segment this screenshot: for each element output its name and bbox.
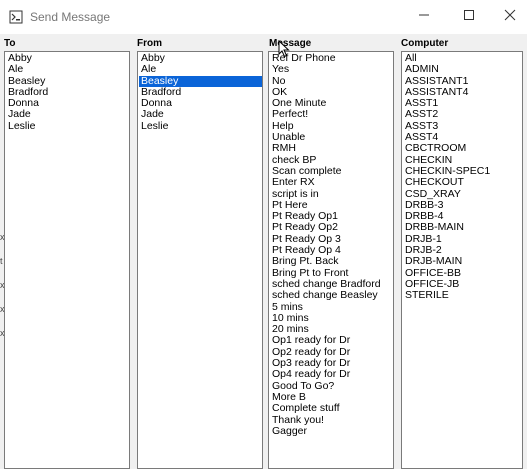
list-item[interactable]: Op4 ready for Dr <box>270 369 393 381</box>
from-list: Abby Ale Beasley Bradford Donna Jade Leslie <box>138 52 262 132</box>
list-item[interactable]: Abby <box>6 52 129 64</box>
list-item[interactable]: Ale <box>139 63 262 75</box>
list-item[interactable]: sched change Beasley <box>270 289 393 301</box>
computer-header: Computer <box>401 38 449 49</box>
list-item[interactable]: Leslie <box>139 120 262 132</box>
from-header: From <box>137 38 162 49</box>
send-message-window: Send Message x t x x x To Abby Ale Beasley… <box>0 0 527 469</box>
message-listbox[interactable]: Ref Dr Phone Yes No OK One Minute Perfect! Hel… <box>268 51 394 469</box>
list-item[interactable]: No <box>270 75 393 87</box>
maximize-button[interactable] <box>449 0 489 34</box>
list-item[interactable]: DRJB-MAIN <box>403 256 522 268</box>
list-item[interactable]: Enter RX <box>270 176 393 188</box>
close-button[interactable] <box>490 0 527 34</box>
list-item[interactable]: CHECKOUT <box>403 176 522 188</box>
to-list: Abby Ale Beasley Bradford Donna Jade Leslie <box>5 52 129 132</box>
mouse-pointer-icon <box>278 39 290 63</box>
list-item[interactable]: CBCTROOM <box>403 143 522 155</box>
list-item[interactable]: Leslie <box>6 120 129 132</box>
maximize-icon <box>463 8 475 26</box>
list-item[interactable]: RMH <box>270 143 393 155</box>
from-listbox[interactable]: Abby Ale Beasley Bradford Donna Jade Leslie <box>137 51 263 469</box>
minimize-icon <box>418 8 430 26</box>
list-item[interactable]: Complete stuff <box>270 402 393 414</box>
window-title: Send Message <box>30 10 111 24</box>
left-edge-mark: t <box>0 256 3 266</box>
to-header: To <box>4 38 16 49</box>
list-item[interactable]: Yes <box>270 63 393 75</box>
list-item[interactable]: Ale <box>6 63 129 75</box>
message-header: Message <box>269 38 312 49</box>
computer-listbox[interactable]: All ADMIN ASSISTANT1 ASSISTANT4 ASST1 ASST2 AS… <box>401 51 523 469</box>
list-item[interactable]: Bring Pt. Back <box>270 256 393 268</box>
app-window-icon <box>9 10 23 24</box>
list-item[interactable]: ADMIN <box>403 63 522 75</box>
title-bar[interactable]: Send Message <box>0 0 527 34</box>
close-icon <box>504 8 516 26</box>
message-list: Ref Dr Phone Yes No OK One Minute Perfect! Hel… <box>269 52 393 437</box>
list-item[interactable]: Gagger <box>270 425 393 437</box>
to-listbox[interactable]: Abby Ale Beasley Bradford Donna Jade Leslie <box>4 51 130 469</box>
minimize-button[interactable] <box>404 0 444 34</box>
computer-list: All ADMIN ASSISTANT1 ASSISTANT4 ASST1 ASST2 AS… <box>402 52 522 302</box>
list-item[interactable]: STERILE <box>403 289 522 301</box>
list-item[interactable]: Abby <box>139 52 262 64</box>
